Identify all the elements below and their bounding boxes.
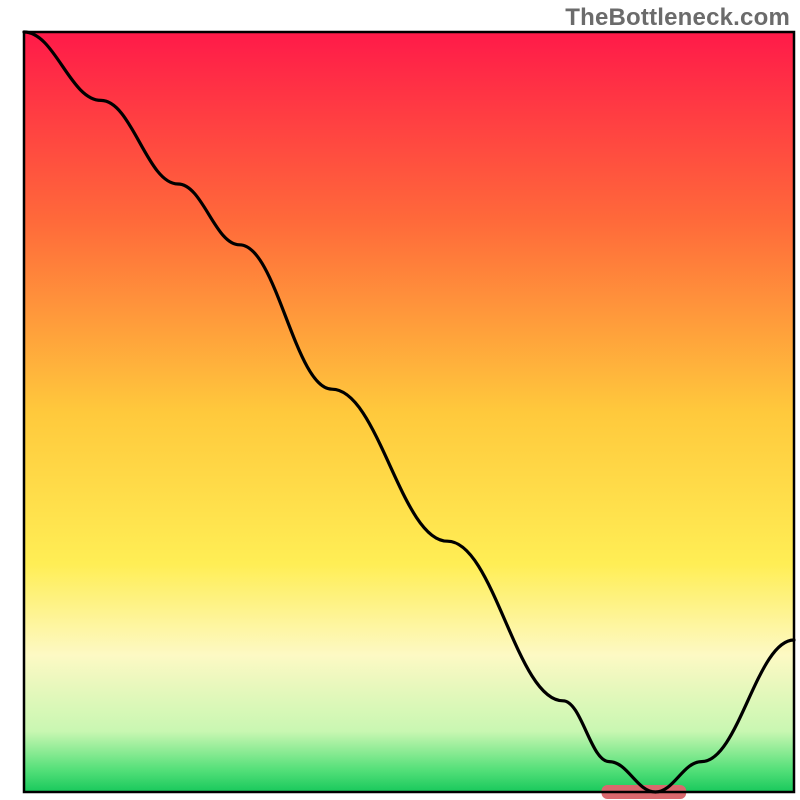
bottleneck-chart: TheBottleneck.com — [0, 0, 800, 800]
chart-svg — [0, 0, 800, 800]
plot-background — [24, 32, 794, 792]
watermark-text: TheBottleneck.com — [565, 4, 790, 32]
